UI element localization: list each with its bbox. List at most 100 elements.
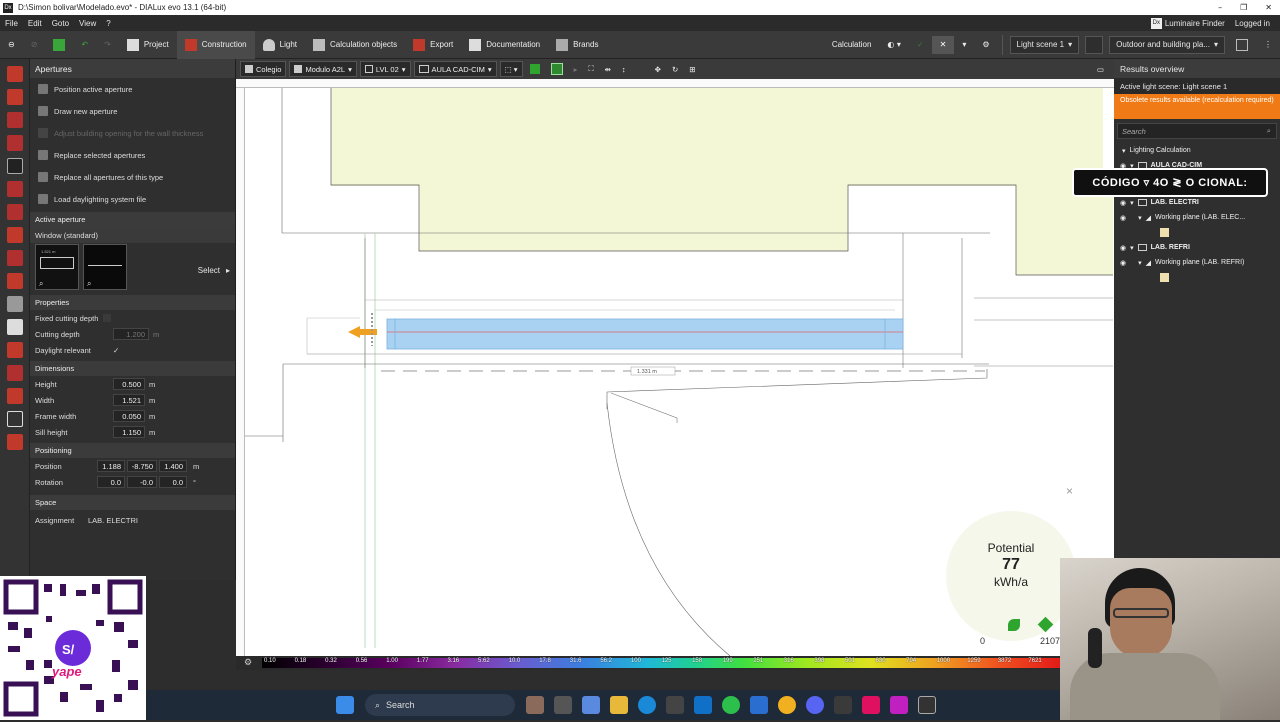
frame-width-field[interactable]: 0.050 — [113, 410, 145, 422]
tab-project[interactable]: Project — [119, 31, 177, 59]
door-icon[interactable] — [6, 135, 23, 151]
aperture-icon[interactable] — [6, 158, 23, 174]
cube-outline-icon[interactable] — [6, 296, 23, 312]
green-outline-icon[interactable] — [547, 61, 567, 77]
menu-edit[interactable]: Edit — [23, 19, 47, 28]
materials-icon[interactable] — [6, 342, 23, 358]
fixed-cutting-depth-checkbox[interactable] — [103, 314, 112, 322]
table-icon[interactable] — [6, 319, 23, 335]
load-daylighting-system-button[interactable]: Load daylighting system file — [30, 188, 235, 210]
width-field[interactable]: 1.521 — [113, 394, 145, 406]
position-y-field[interactable]: -8.750 — [127, 460, 157, 472]
tree-item-lab-electri[interactable]: ◉ ▾ LAB. ELECTRI — [1114, 195, 1280, 210]
menu-goto[interactable]: Goto — [47, 19, 74, 28]
measure-icon[interactable] — [6, 434, 23, 450]
move-icon[interactable]: ✥ — [651, 61, 665, 77]
taskbar-search[interactable]: ⌕ Search — [365, 694, 515, 716]
back-icon[interactable]: ⊖ — [0, 31, 23, 59]
openai-icon[interactable] — [834, 696, 852, 714]
ceiling-icon[interactable] — [6, 250, 23, 266]
more-options-icon[interactable]: ⋮ — [1256, 31, 1280, 59]
edge-browser-icon[interactable] — [638, 696, 656, 714]
rotation-x-field[interactable]: 0.0 — [97, 476, 125, 488]
aperture-section-thumbnail[interactable]: ⌕ — [83, 244, 127, 290]
eye-icon[interactable]: ◉ — [1120, 199, 1126, 207]
replace-all-apertures-button[interactable]: Replace all apertures of this type — [30, 166, 235, 188]
scale-settings-icon[interactable]: ⚙ — [244, 657, 252, 668]
position-z-field[interactable]: 1.400 — [159, 460, 187, 472]
outlook-icon[interactable] — [694, 696, 712, 714]
cube-icon[interactable] — [6, 273, 23, 289]
cutting-depth-field[interactable]: 1.200 — [113, 328, 149, 340]
tree-item-working-plane-refri[interactable]: ◉ ▾ ◢ Working plane (LAB. REFRI) — [1114, 255, 1280, 270]
minimize-button[interactable]: – — [1218, 3, 1222, 12]
menu-view[interactable]: View — [74, 19, 101, 28]
tree-item-working-plane-elec[interactable]: ◉ ▾ ◢ Working plane (LAB. ELEC... — [1114, 210, 1280, 225]
position-x-field[interactable]: 1.188 — [97, 460, 125, 472]
selected-window-aperture[interactable] — [386, 318, 904, 350]
sill-height-field[interactable]: 1.150 — [113, 426, 145, 438]
rectangle-icon[interactable] — [6, 411, 23, 427]
move-handle-arrow-icon[interactable] — [348, 326, 377, 338]
green-box-icon[interactable] — [526, 61, 544, 77]
tab-brands[interactable]: Brands — [548, 31, 606, 59]
aperture-preview-thumbnail[interactable]: 1.521 m ⌕ — [35, 244, 79, 290]
close-potential-icon[interactable]: × — [1066, 484, 1073, 498]
redo-icon[interactable]: ↷ — [96, 31, 119, 59]
store-icon[interactable] — [666, 696, 684, 714]
rotate-icon[interactable]: ↻ — [668, 61, 682, 77]
tree-item-luminaire-elec[interactable] — [1114, 225, 1280, 240]
marker-icon[interactable] — [6, 388, 23, 404]
rotation-y-field[interactable]: -0.0 — [127, 476, 157, 488]
eye-icon[interactable]: ◉ — [1120, 244, 1126, 252]
assignment-value[interactable]: LAB. ELECTRI — [88, 516, 138, 525]
light-scene-dropdown[interactable]: Light scene 1 ▾ — [1009, 35, 1080, 54]
close-button[interactable]: ✕ — [1265, 3, 1272, 12]
tree-item-lab-refri[interactable]: ◉ ▾ LAB. REFRI — [1114, 240, 1280, 255]
selection-mode-button[interactable]: ⬚ ▾ — [499, 61, 523, 77]
construction-canvas[interactable]: Colegio Modulo A2L ▾ LVL 02 ▾ AULA CAD-CIM… — [236, 59, 1114, 656]
copilot-icon[interactable] — [582, 696, 600, 714]
canva-icon[interactable] — [890, 696, 908, 714]
menu-file[interactable]: File — [0, 19, 23, 28]
path-icon[interactable] — [6, 365, 23, 381]
tab-light[interactable]: Light — [255, 31, 305, 59]
room-selector[interactable]: AULA CAD-CIM ▾ — [413, 61, 497, 77]
menu-help[interactable]: ? — [101, 19, 115, 28]
discord-icon[interactable] — [806, 696, 824, 714]
dialux-taskbar-icon[interactable] — [918, 696, 936, 714]
adjust-opening-button[interactable]: Adjust building opening for the wall thi… — [30, 122, 235, 144]
view-toggle-icon[interactable]: ▭ — [1093, 61, 1108, 77]
logged-in-menu[interactable]: Logged in — [1235, 19, 1270, 28]
select-button[interactable]: Select ▸ — [198, 266, 230, 275]
fit-height-icon[interactable]: ↕ — [618, 61, 630, 77]
zoom-icon[interactable]: ⌕ — [87, 279, 91, 289]
height-field[interactable]: 0.500 — [113, 378, 145, 390]
settings-gear-icon[interactable]: ⚙ — [974, 31, 997, 59]
forward-icon[interactable]: ⊘ — [23, 31, 46, 59]
replace-selected-apertures-button[interactable]: Replace selected apertures — [30, 144, 235, 166]
snap-icon[interactable]: ⊞ — [685, 61, 699, 77]
eye-icon[interactable]: ◉ — [1120, 214, 1126, 222]
whatsapp-icon[interactable] — [722, 696, 740, 714]
tree-item-lighting-calculation[interactable]: ▾ Lighting Calculation — [1114, 143, 1280, 158]
vscode-icon[interactable] — [750, 696, 768, 714]
task-view-icon[interactable] — [554, 696, 572, 714]
tree-item-luminaire-refri[interactable] — [1114, 270, 1280, 285]
storey-icon[interactable] — [6, 89, 23, 105]
save-icon[interactable] — [45, 31, 73, 59]
chrome-icon[interactable] — [778, 696, 796, 714]
calculation-ok-icon[interactable]: ✓ — [909, 31, 932, 59]
roof-icon[interactable] — [6, 204, 23, 220]
tab-calculation-objects[interactable]: Calculation objects — [305, 31, 405, 59]
fit-width-icon[interactable]: ⇹ — [601, 61, 615, 77]
luminaire-finder-button[interactable]: Dx Luminaire Finder — [1150, 17, 1225, 29]
undo-icon[interactable]: ↶ — [73, 31, 96, 59]
light-scene-extra-button[interactable] — [1085, 35, 1104, 54]
position-active-aperture-button[interactable]: Position active aperture — [30, 78, 235, 100]
calculation-menu-chevron-icon[interactable]: ▾ — [954, 31, 974, 59]
module-selector[interactable]: Modulo A2L ▾ — [289, 61, 357, 77]
tab-construction[interactable]: Construction — [176, 30, 255, 59]
outdoor-building-dropdown[interactable]: Outdoor and building pla... ▾ — [1109, 35, 1225, 54]
floor-plan-icon[interactable] — [1228, 31, 1256, 59]
